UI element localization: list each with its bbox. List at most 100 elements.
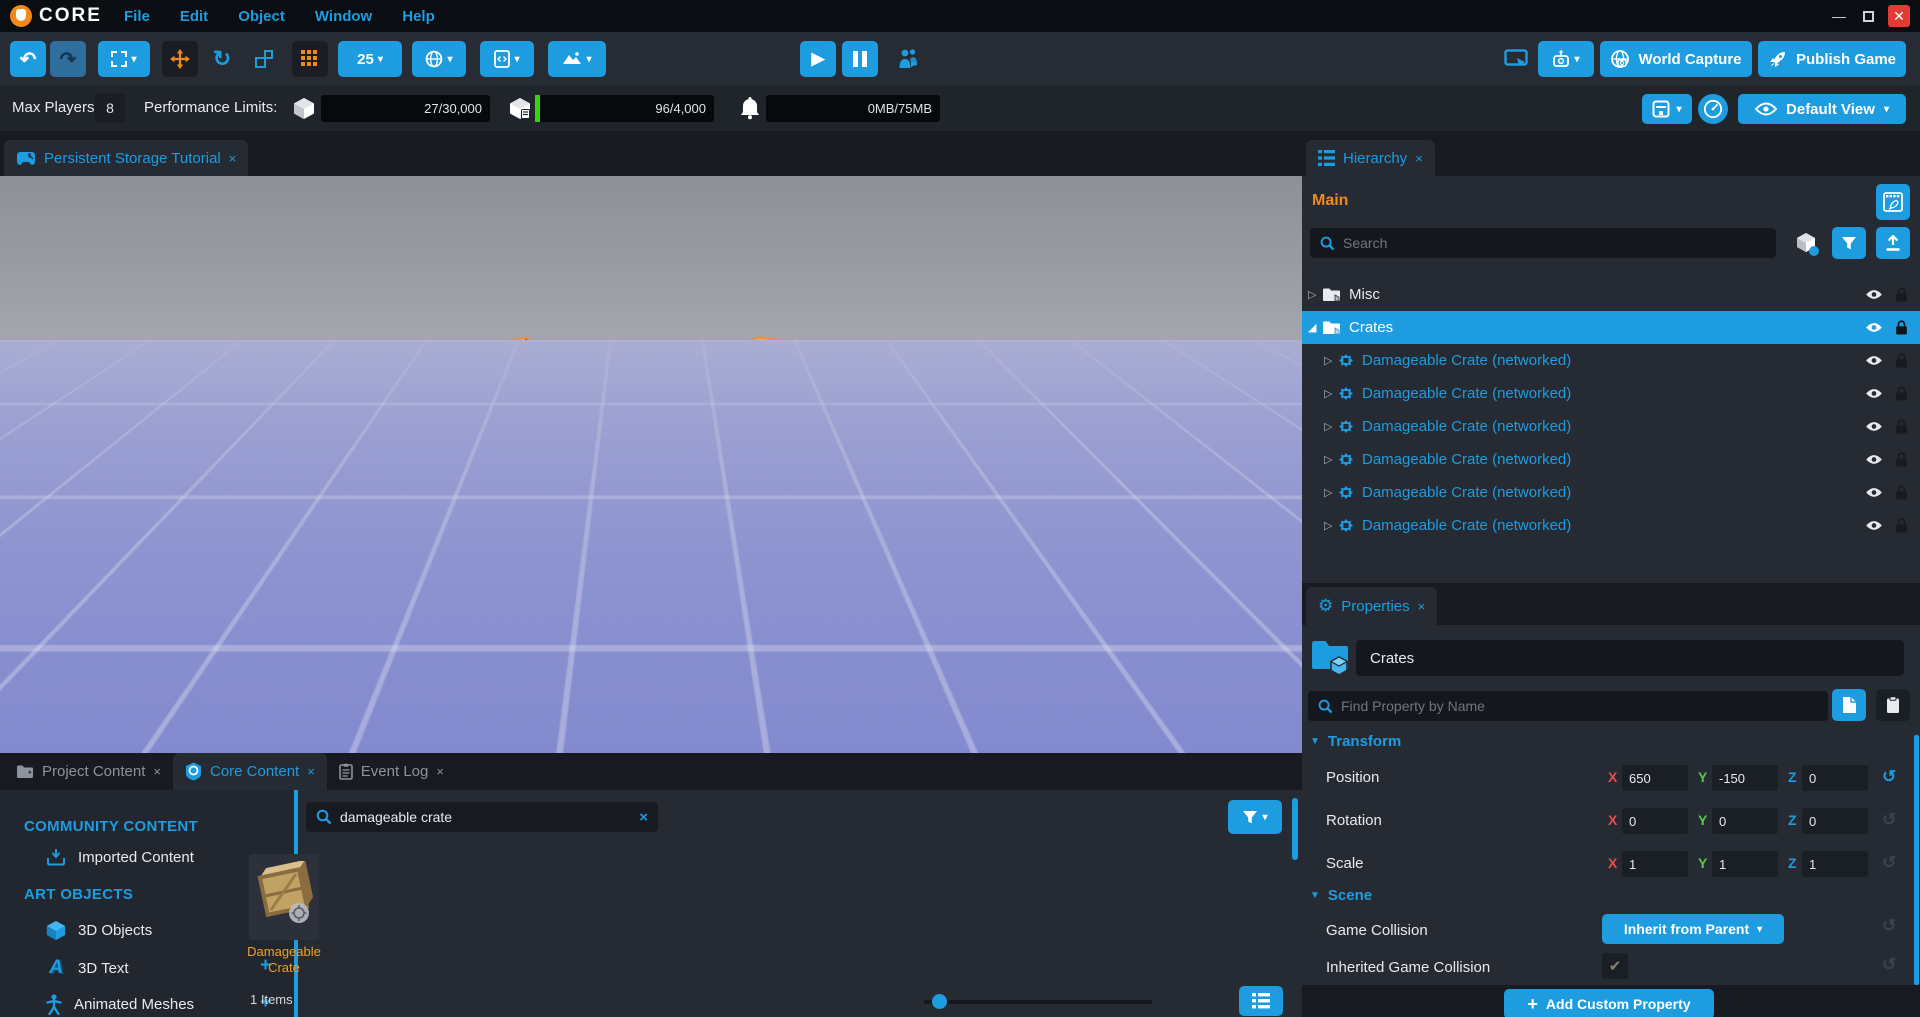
visibility-eye-icon[interactable] bbox=[1865, 355, 1883, 366]
rotation-y-input[interactable] bbox=[1712, 808, 1778, 834]
lock-icon[interactable] bbox=[1895, 485, 1908, 500]
pause-button[interactable] bbox=[842, 41, 878, 77]
expander-collapsed-icon[interactable]: ▷ bbox=[1324, 354, 1338, 367]
sidebar-item-3d-text[interactable]: A 3D Text bbox=[46, 957, 129, 979]
hierarchy-export-button[interactable] bbox=[1876, 227, 1910, 259]
visibility-eye-icon[interactable] bbox=[1865, 421, 1883, 432]
visibility-eye-icon[interactable] bbox=[1865, 322, 1883, 333]
tab-core-content[interactable]: Core Content × bbox=[173, 753, 327, 790]
position-y-input[interactable] bbox=[1712, 765, 1778, 791]
grid-snap-button[interactable] bbox=[292, 41, 328, 77]
expander-collapsed-icon[interactable]: ▷ bbox=[1324, 486, 1338, 499]
expander-collapsed-icon[interactable]: ▷ bbox=[1324, 519, 1338, 532]
sidebar-item-imported-content[interactable]: Imported Content bbox=[46, 848, 194, 866]
game-collision-dropdown[interactable]: Inherit from Parent ▾ bbox=[1602, 914, 1784, 944]
move-tool-button[interactable] bbox=[162, 41, 198, 77]
lock-icon[interactable] bbox=[1895, 353, 1908, 368]
play-button[interactable]: ▶ bbox=[800, 41, 836, 77]
inherited-collision-checkbox[interactable]: ✔ bbox=[1602, 953, 1628, 979]
slider-knob[interactable] bbox=[932, 994, 947, 1009]
close-icon[interactable]: × bbox=[153, 764, 161, 779]
script-dropdown[interactable]: ▾ bbox=[480, 41, 534, 77]
copy-properties-button[interactable] bbox=[1832, 689, 1866, 721]
close-icon[interactable]: × bbox=[1415, 151, 1423, 166]
reset-inherited-collision-icon[interactable]: ↺ bbox=[1882, 955, 1896, 975]
lock-icon[interactable] bbox=[1895, 287, 1908, 302]
menu-help[interactable]: Help bbox=[402, 8, 435, 25]
tree-row-misc[interactable]: ▷ Misc bbox=[1302, 278, 1920, 311]
performance-gauge-button[interactable] bbox=[1698, 94, 1728, 124]
property-search-input[interactable] bbox=[1341, 698, 1818, 714]
hierarchy-search-input[interactable] bbox=[1343, 235, 1766, 251]
menu-window[interactable]: Window bbox=[315, 8, 372, 25]
reset-scale-icon[interactable]: ↺ bbox=[1882, 853, 1896, 873]
lock-icon[interactable] bbox=[1895, 452, 1908, 467]
position-z-input[interactable] bbox=[1802, 765, 1868, 791]
object-name-field[interactable]: Crates bbox=[1356, 640, 1904, 676]
visibility-eye-icon[interactable] bbox=[1865, 520, 1883, 531]
sidebar-item-3d-objects[interactable]: 3D Objects bbox=[46, 920, 152, 941]
thumbnail-size-slider[interactable] bbox=[924, 1000, 1152, 1004]
rotation-z-input[interactable] bbox=[1802, 808, 1868, 834]
reset-rotation-icon[interactable]: ↺ bbox=[1882, 810, 1896, 830]
transform-section-header[interactable]: ▼ Transform bbox=[1310, 733, 1401, 750]
content-filter-button[interactable]: ▾ bbox=[1228, 800, 1282, 834]
tree-row-damageable-crate[interactable]: ▷ Damageable Crate (networked) bbox=[1302, 377, 1920, 410]
scene-root-label[interactable]: Main bbox=[1312, 192, 1348, 210]
sidebar-item-animated-meshes[interactable]: Animated Meshes bbox=[46, 994, 194, 1015]
scene-section-header[interactable]: ▼ Scene bbox=[1310, 887, 1372, 904]
tab-hierarchy[interactable]: Hierarchy × bbox=[1306, 140, 1435, 176]
asset-damageable-crate[interactable] bbox=[249, 854, 319, 940]
visibility-eye-icon[interactable] bbox=[1865, 487, 1883, 498]
tree-row-damageable-crate[interactable]: ▷ Damageable Crate (networked) bbox=[1302, 410, 1920, 443]
list-view-button[interactable] bbox=[1239, 986, 1283, 1016]
default-context-cube-icon[interactable] bbox=[1794, 231, 1820, 257]
rotate-tool-button[interactable]: ↻ bbox=[204, 41, 240, 77]
world-capture-button[interactable]: World Capture bbox=[1600, 41, 1752, 77]
tab-properties[interactable]: ⚙ Properties × bbox=[1306, 587, 1437, 625]
content-search[interactable]: × bbox=[306, 802, 658, 832]
close-icon[interactable]: × bbox=[1418, 599, 1426, 614]
tree-row-crates[interactable]: ◢ Crates bbox=[1302, 311, 1920, 344]
select-mode-button[interactable]: ▾ bbox=[98, 41, 150, 77]
paste-properties-button[interactable] bbox=[1876, 689, 1910, 721]
add-custom-property-button[interactable]: + Add Custom Property bbox=[1504, 989, 1714, 1017]
lock-icon[interactable] bbox=[1895, 320, 1908, 335]
redo-button[interactable]: ↷ bbox=[50, 41, 86, 77]
visibility-eye-icon[interactable] bbox=[1865, 388, 1883, 399]
scale-x-input[interactable] bbox=[1622, 851, 1688, 877]
save-dropdown-button[interactable]: ▾ bbox=[1642, 94, 1692, 124]
tab-event-log[interactable]: Event Log × bbox=[327, 753, 456, 790]
scale-z-input[interactable] bbox=[1802, 851, 1868, 877]
multiplayer-preview-button[interactable] bbox=[888, 41, 928, 77]
expander-collapsed-icon[interactable]: ▷ bbox=[1324, 453, 1338, 466]
reset-game-collision-icon[interactable]: ↺ bbox=[1882, 916, 1896, 936]
max-players-input[interactable] bbox=[95, 94, 125, 122]
lock-icon[interactable] bbox=[1895, 518, 1908, 533]
tree-row-damageable-crate[interactable]: ▷ Damageable Crate (networked) bbox=[1302, 344, 1920, 377]
restore-icon[interactable] bbox=[1863, 11, 1874, 22]
close-icon[interactable]: × bbox=[307, 764, 315, 779]
visibility-eye-icon[interactable] bbox=[1865, 289, 1883, 300]
content-scrollbar[interactable] bbox=[1292, 798, 1298, 860]
terrain-dropdown[interactable]: ▾ bbox=[548, 41, 606, 77]
scale-tool-button[interactable] bbox=[246, 41, 282, 77]
visibility-eye-icon[interactable] bbox=[1865, 454, 1883, 465]
expander-collapsed-icon[interactable]: ▷ bbox=[1324, 420, 1338, 433]
clear-search-icon[interactable]: × bbox=[639, 809, 648, 826]
tree-row-damageable-crate[interactable]: ▷ Damageable Crate (networked) bbox=[1302, 476, 1920, 509]
scene-viewport[interactable] bbox=[0, 176, 1302, 753]
lock-icon[interactable] bbox=[1895, 419, 1908, 434]
lock-icon[interactable] bbox=[1895, 386, 1908, 401]
hierarchy-search[interactable] bbox=[1310, 228, 1776, 258]
property-search[interactable] bbox=[1308, 691, 1828, 721]
scale-y-input[interactable] bbox=[1712, 851, 1778, 877]
menu-object[interactable]: Object bbox=[238, 8, 285, 25]
content-search-input[interactable] bbox=[340, 809, 631, 825]
hierarchy-filter-button[interactable] bbox=[1832, 227, 1866, 259]
undo-button[interactable]: ↶ bbox=[10, 41, 46, 77]
properties-scrollbar[interactable] bbox=[1914, 735, 1919, 985]
world-settings-dropdown[interactable]: ▾ bbox=[412, 41, 466, 77]
grid-size-dropdown[interactable]: 25▾ bbox=[338, 41, 402, 77]
default-view-dropdown[interactable]: Default View ▾ bbox=[1738, 94, 1906, 124]
